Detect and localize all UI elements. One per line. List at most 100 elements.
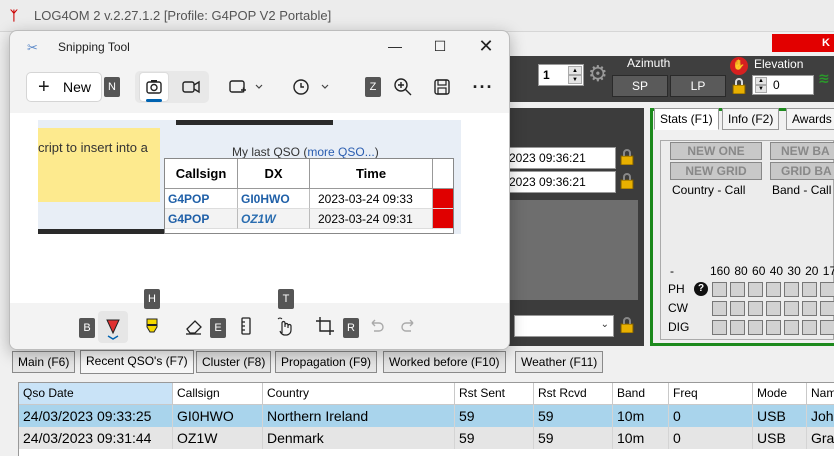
preview-dark-bar: [176, 120, 333, 125]
elevation-input[interactable]: ▲ ▼ 0: [752, 75, 814, 95]
touch-writing-button[interactable]: [272, 313, 298, 339]
cell-band: 10m: [613, 405, 669, 427]
tab-cluster[interactable]: Cluster (F8): [196, 351, 272, 373]
band-cell: [766, 320, 781, 335]
col-rst-sent[interactable]: Rst Sent: [455, 383, 534, 405]
undo-button[interactable]: [363, 313, 389, 339]
col-freq[interactable]: Freq: [669, 383, 753, 405]
tab-awards[interactable]: Awards: [786, 108, 834, 130]
eraser-button[interactable]: [181, 313, 207, 339]
pen-icon: [106, 319, 120, 340]
tab-info[interactable]: Info (F2): [722, 108, 780, 130]
tab-propagation[interactable]: Propagation (F9): [275, 351, 378, 373]
new-button[interactable]: + New: [26, 72, 102, 102]
stop-hand-icon[interactable]: ✋: [730, 57, 748, 75]
redo-button[interactable]: [396, 313, 422, 339]
cell-name: Grah: [807, 427, 834, 449]
video-mode-button[interactable]: [176, 71, 206, 103]
lock-icon[interactable]: [732, 78, 746, 94]
ruler-button[interactable]: [233, 313, 259, 339]
zoom-button[interactable]: [388, 71, 418, 103]
cell-callsign: GI0HWO: [173, 405, 263, 427]
col-country[interactable]: Country: [263, 383, 455, 405]
table-row[interactable]: 24/03/2023 09:31:44 OZ1W Denmark 59 59 1…: [19, 427, 834, 449]
cell-band: 10m: [613, 427, 669, 449]
highlighter-button[interactable]: [139, 313, 165, 339]
minimize-button[interactable]: —: [380, 35, 410, 57]
save-button[interactable]: [427, 71, 457, 103]
tab-worked-before[interactable]: Worked before (F10): [383, 351, 506, 373]
band-cell: [748, 282, 763, 297]
preview-cell-time: 2023-03-24 09:33: [310, 189, 433, 209]
keytip-z: Z: [365, 77, 381, 97]
preview-th-callsign: Callsign: [165, 159, 238, 189]
more-options-icon[interactable]: ···: [468, 71, 498, 103]
band-cell: [820, 282, 834, 297]
col-callsign[interactable]: Callsign: [173, 383, 263, 405]
band-cell: [802, 301, 817, 316]
preview-status-cell: [433, 209, 453, 229]
gear-icon[interactable]: ⚙: [588, 63, 608, 85]
spin-up-icon[interactable]: ▲: [568, 66, 582, 75]
col-mode[interactable]: Mode: [753, 383, 807, 405]
table-row[interactable]: [19, 449, 834, 456]
table-row[interactable]: 24/03/2023 09:33:25 GI0HWO Northern Irel…: [19, 405, 834, 427]
preview-note-text: cript to insert into a: [38, 140, 148, 155]
spin-down-icon[interactable]: ▼: [568, 75, 582, 84]
end-date-field[interactable]: 2023 09:36:21: [498, 171, 616, 193]
rotator-spinner-value: 1: [543, 68, 550, 82]
close-button[interactable]: ✕: [471, 35, 501, 57]
preview-status-cell: [433, 189, 453, 209]
preview-cell-time: 2023-03-24 09:31: [310, 209, 433, 229]
ballpoint-pen-button[interactable]: [98, 311, 128, 343]
crop-button[interactable]: [312, 313, 338, 339]
band-cell: [712, 282, 727, 297]
preview-cell-dx: GI0HWO: [238, 189, 310, 209]
markup-toolbar: B H E T R: [10, 289, 509, 349]
preview-th-dx: DX: [238, 159, 310, 189]
col-qso-date[interactable]: Qso Date: [19, 383, 173, 405]
snip-shape-dropdown[interactable]: [224, 71, 268, 103]
delay-dropdown[interactable]: [288, 71, 338, 103]
tab-stats[interactable]: Stats (F1): [654, 108, 719, 130]
end-date-value: 2023 09:36:21: [509, 175, 586, 189]
col-rst-rcvd[interactable]: Rst Rcvd: [534, 383, 613, 405]
video-icon: [182, 80, 200, 94]
tab-recent-qsos[interactable]: Recent QSO's (F7): [80, 350, 194, 374]
elev-up-icon[interactable]: ▲: [755, 77, 767, 85]
scissors-icon: ✂: [27, 40, 38, 55]
mode-cw-label: CW: [668, 301, 688, 315]
cell-callsign: OZ1W: [173, 427, 263, 449]
keytip-r: R: [343, 318, 359, 338]
preview-my-last-qso: My last QSO (more QSO...): [232, 145, 379, 159]
keytip-n: N: [104, 77, 120, 97]
chevron-down-icon: ⌄: [600, 319, 609, 330]
zoom-in-icon: [394, 78, 412, 96]
start-date-field[interactable]: 2023 09:36:21: [498, 147, 616, 169]
sp-button[interactable]: SP: [612, 75, 668, 97]
lock-icon[interactable]: [620, 317, 634, 333]
notes-area[interactable]: [510, 200, 638, 300]
col-band[interactable]: Band: [613, 383, 669, 405]
rotator-spinner[interactable]: 1 ▲ ▼: [538, 64, 584, 86]
screenshot-mode-button[interactable]: [139, 72, 169, 102]
cell-date: 24/03/2023 09:31:44: [19, 427, 173, 449]
antenna-icon: ᛉ: [10, 8, 18, 23]
col-name[interactable]: Nam: [807, 383, 834, 405]
combo-select[interactable]: ⌄: [514, 315, 614, 337]
help-icon[interactable]: ?: [694, 282, 708, 296]
tab-main[interactable]: Main (F6): [12, 351, 76, 373]
cell-rst-sent: 59: [455, 405, 534, 427]
stats-dash: -: [670, 264, 674, 278]
lock-icon[interactable]: [620, 149, 634, 165]
lock-icon[interactable]: [620, 173, 634, 189]
maximize-button[interactable]: ☐: [425, 35, 455, 57]
new-band-badge: NEW BA: [770, 142, 834, 160]
preview-th-status: [433, 159, 453, 189]
tab-weather[interactable]: Weather (F11): [515, 351, 604, 373]
lp-button[interactable]: LP: [670, 75, 726, 97]
preview-partial-row: [165, 229, 453, 233]
band-cell: [730, 301, 745, 316]
elev-down-icon[interactable]: ▼: [755, 85, 767, 93]
cell-name: John: [807, 405, 834, 427]
